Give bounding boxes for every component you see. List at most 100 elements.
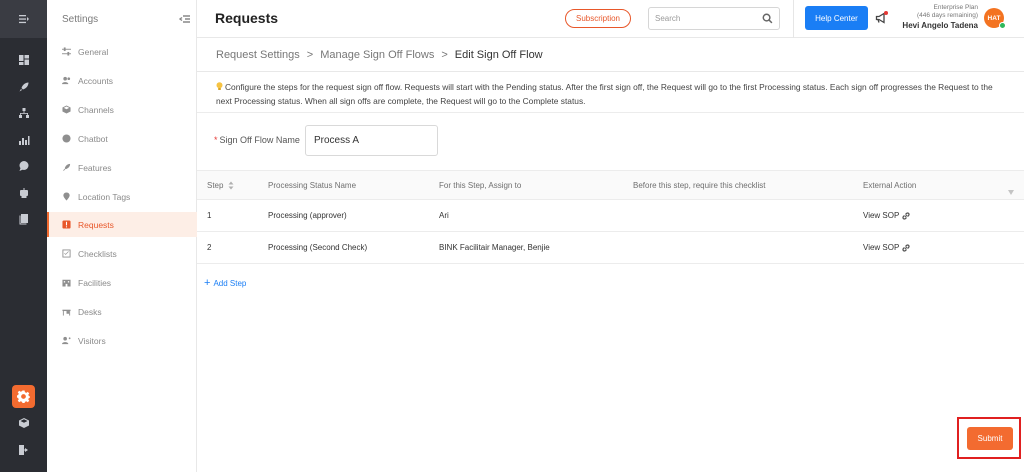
- sidebar-item-checklists[interactable]: Checklists: [47, 241, 197, 266]
- sort-icon[interactable]: [228, 181, 234, 190]
- checklist-icon: [61, 249, 71, 258]
- sidebar-item-features[interactable]: Features: [47, 155, 197, 180]
- link-icon: [902, 211, 910, 220]
- plan-days-remaining: (446 days remaining): [916, 11, 978, 19]
- add-step-label: Add Step: [213, 279, 247, 288]
- table-header: Step Processing Status Name For this Ste…: [197, 170, 1024, 200]
- avatar[interactable]: HAT: [984, 8, 1006, 29]
- sidebar-item-chatbot[interactable]: Chatbot: [47, 126, 197, 151]
- building-icon: [61, 279, 71, 287]
- main-content: Request Settings > Manage Sign Off Flows…: [197, 38, 1024, 472]
- sidebar-item-visitors[interactable]: Visitors: [47, 328, 197, 353]
- column-header-label: Step: [207, 180, 224, 190]
- user-name: Hevi Angelo Tadena: [902, 20, 978, 30]
- breadcrumb-request-settings[interactable]: Request Settings: [216, 49, 300, 61]
- sidebar-item-label: Checklists: [78, 248, 117, 259]
- sidebar-item-channels[interactable]: Channels: [47, 97, 197, 122]
- cell-assign: BINK Facilitair Manager, Benjie: [439, 243, 550, 252]
- breadcrumb-separator: >: [306, 49, 314, 61]
- sidebar-item-label: General: [78, 46, 109, 57]
- cell-status: Processing (approver): [268, 211, 347, 220]
- sign-off-flow-name-input[interactable]: [305, 125, 438, 156]
- cell-step: 1: [207, 211, 212, 220]
- desk-icon: [61, 309, 71, 316]
- cube-icon: [61, 105, 71, 114]
- search-box: [648, 7, 780, 30]
- field-label-text: Sign Off Flow Name: [219, 135, 300, 145]
- sidebar-item-location-tags[interactable]: Location Tags: [47, 184, 197, 209]
- link-icon: [902, 243, 910, 252]
- column-step[interactable]: Step: [207, 171, 234, 199]
- header-divider: [793, 0, 794, 38]
- rail-bot[interactable]: [0, 184, 47, 202]
- rail-logout[interactable]: [0, 441, 47, 459]
- announcements-button[interactable]: [875, 11, 888, 24]
- rail-chat[interactable]: [0, 157, 47, 175]
- subscription-button[interactable]: Subscription: [565, 9, 631, 28]
- sort-arrows-icon: [228, 181, 234, 189]
- breadcrumb-divider: [197, 71, 1024, 72]
- menu-expand-icon: [18, 15, 29, 24]
- add-step-button[interactable]: + Add Step: [204, 278, 246, 289]
- sidebar-item-facilities[interactable]: Facilities: [47, 270, 197, 295]
- info-divider: [197, 112, 1024, 113]
- sidebar-item-desks[interactable]: Desks: [47, 299, 197, 324]
- view-sop-link[interactable]: View SOP: [863, 232, 910, 263]
- sidebar-item-label: Location Tags: [78, 191, 131, 202]
- visitor-icon: [61, 336, 71, 345]
- column-checklist: Before this step, require this checklist: [633, 180, 766, 190]
- rail-menu-toggle[interactable]: [0, 0, 47, 38]
- sidebar-title: Settings: [62, 13, 99, 25]
- rail-hierarchy[interactable]: [0, 104, 47, 122]
- sidebar-item-requests[interactable]: Requests: [47, 212, 197, 237]
- breadcrumb-separator: >: [441, 49, 448, 61]
- sidebar-item-general[interactable]: General: [47, 39, 197, 64]
- cell-assign: Ari: [439, 211, 449, 220]
- sliders-icon: [61, 47, 71, 56]
- search-input[interactable]: [649, 8, 759, 29]
- sign-off-flow-name-label: * Sign Off Flow Name: [214, 135, 300, 145]
- rail-documents[interactable]: [0, 210, 47, 228]
- avatar-initials: HAT: [987, 14, 1001, 22]
- submit-button[interactable]: Submit: [967, 427, 1013, 450]
- documents-icon: [19, 214, 28, 225]
- table-row[interactable]: 1 Processing (approver) Ari View SOP: [197, 200, 1024, 232]
- column-assign-to: For this Step, Assign to: [439, 180, 522, 190]
- search-button[interactable]: [762, 13, 773, 24]
- dashboard-icon: [18, 55, 29, 65]
- rail-analytics[interactable]: [0, 131, 47, 149]
- info-text: Configure the steps for the request sign…: [216, 80, 1006, 108]
- sidebar-item-label: Visitors: [78, 335, 106, 346]
- plus-icon: +: [204, 277, 211, 289]
- table-row[interactable]: 2 Processing (Second Check) BINK Facilit…: [197, 232, 1024, 264]
- sidebar-item-label: Requests: [78, 219, 114, 230]
- cell-step: 2: [207, 243, 212, 252]
- user-info[interactable]: Enterprise Plan (446 days remaining) Hev…: [893, 4, 978, 30]
- settings-sidebar: Settings General Accounts Channels Chatb…: [47, 0, 197, 472]
- chat-icon: [61, 134, 71, 143]
- box-icon: [18, 418, 29, 428]
- rail-campaigns[interactable]: [0, 78, 47, 96]
- page-title: Requests: [215, 10, 279, 26]
- rail-package[interactable]: [0, 414, 47, 432]
- sidebar-item-label: Facilities: [78, 277, 112, 288]
- chat-bubble-icon: [19, 161, 28, 171]
- help-center-button[interactable]: Help Center: [805, 6, 868, 30]
- breadcrumb-manage-sign-off-flows[interactable]: Manage Sign Off Flows: [320, 49, 434, 61]
- required-marker: *: [214, 135, 218, 145]
- notification-dot: [884, 11, 888, 15]
- pin-icon: [62, 192, 70, 201]
- view-sop-label: View SOP: [863, 243, 900, 252]
- hierarchy-icon: [18, 108, 29, 118]
- rail-dashboard[interactable]: [0, 51, 47, 69]
- sidebar-item-label: Channels: [78, 104, 114, 115]
- sidebar-collapse-button[interactable]: [178, 13, 191, 25]
- rail-settings[interactable]: [12, 385, 35, 408]
- sidebar-item-accounts[interactable]: Accounts: [47, 68, 197, 93]
- steps-table: Step Processing Status Name For this Ste…: [197, 170, 1024, 264]
- column-processing-status-name: Processing Status Name: [268, 180, 357, 190]
- app-rail: [0, 0, 47, 472]
- view-sop-link[interactable]: View SOP: [863, 200, 910, 231]
- sidebar-item-label: Accounts: [78, 75, 113, 86]
- sidebar-header: Settings: [47, 0, 196, 38]
